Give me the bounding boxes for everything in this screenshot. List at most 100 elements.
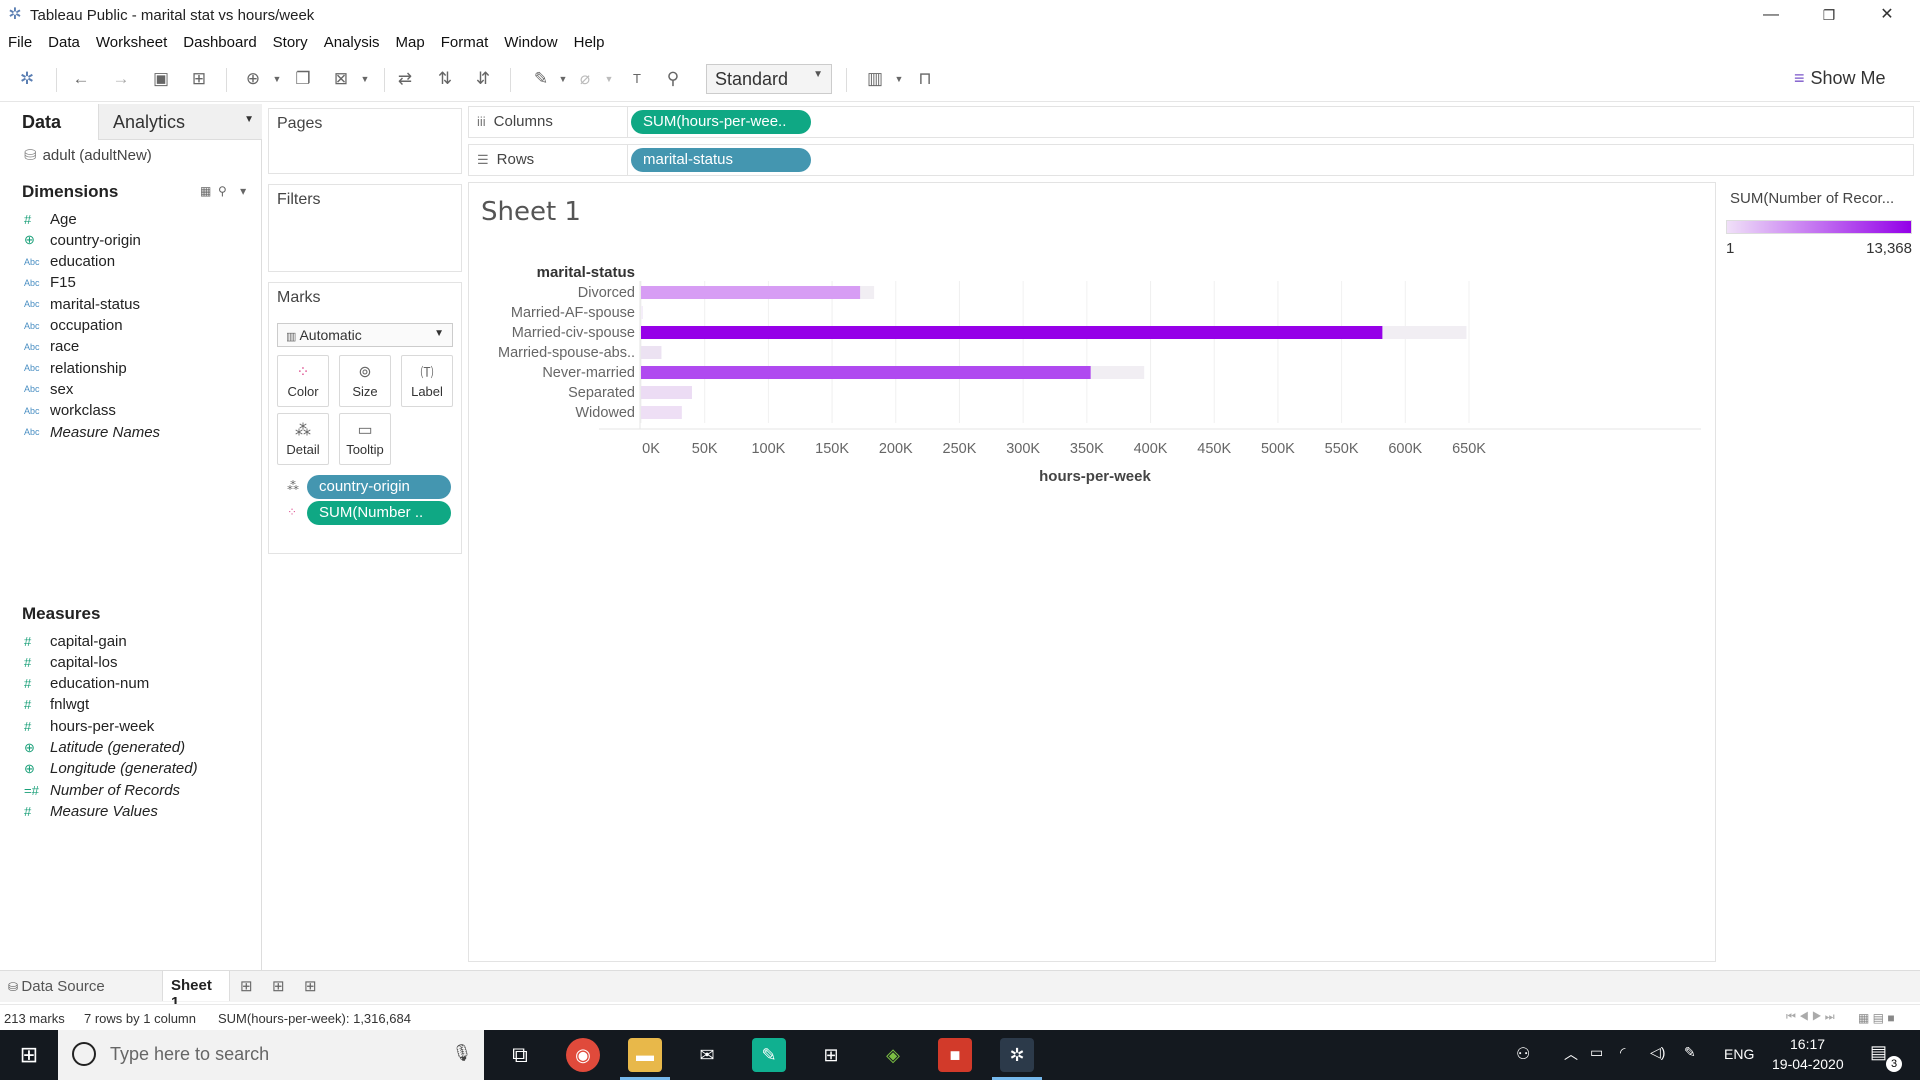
sort-ascending-icon[interactable]: ⇅ <box>434 68 456 90</box>
label-button[interactable]: 🄣 Label <box>401 355 453 407</box>
fit-select[interactable]: Standard ▼ <box>706 64 832 94</box>
highlight-icon[interactable]: ✎ <box>530 68 552 90</box>
clear-sheet-icon[interactable]: ⊠ <box>330 68 352 90</box>
dimension-tools[interactable]: ▦ ⚲ ▾ <box>200 184 246 198</box>
app-icon-green[interactable]: ✎ <box>752 1038 786 1072</box>
view-toggle-icon[interactable]: ▦ ▤ ■ <box>1858 1011 1895 1025</box>
chrome-icon[interactable]: ◉ <box>566 1038 600 1072</box>
field-item[interactable]: =# Number of Records <box>24 781 254 801</box>
mail-icon[interactable]: ✉ <box>690 1038 724 1072</box>
new-worksheet-icon[interactable]: ⊕ <box>242 68 264 90</box>
field-item[interactable]: Abc race <box>24 338 254 358</box>
pages-shelf[interactable]: Pages <box>268 108 462 174</box>
field-item[interactable]: Abc marital-status <box>24 295 254 315</box>
volume-icon[interactable]: ◁) <box>1650 1044 1665 1061</box>
menu-dashboard[interactable]: Dashboard <box>183 34 256 51</box>
filters-shelf[interactable]: Filters <box>268 184 462 272</box>
field-item[interactable]: Abc workclass <box>24 402 254 422</box>
field-item[interactable]: Abc relationship <box>24 359 254 379</box>
chevron-down-icon[interactable]: ▼ <box>888 68 910 90</box>
task-view-icon[interactable]: ⧉ <box>503 1038 537 1072</box>
fix-axes-icon[interactable]: ⚲ <box>662 68 684 90</box>
show-me-button[interactable]: ≡ Show Me <box>1794 68 1886 89</box>
chevron-down-icon[interactable]: ▼ <box>266 68 288 90</box>
microphone-icon[interactable]: 🎙 <box>452 1043 472 1063</box>
file-explorer-icon[interactable]: ▬ <box>620 1038 670 1080</box>
field-item[interactable]: Abc Measure Names <box>24 423 254 443</box>
menu-map[interactable]: Map <box>396 34 425 51</box>
bar-chart[interactable]: marital-status Divorced Married-AF-spouse M… <box>469 251 1717 551</box>
presentation-mode-icon[interactable]: ⊓ <box>914 68 936 90</box>
worksheet-view[interactable]: Sheet 1 marital-status Divorced Married-AF… <box>468 182 1716 962</box>
chevron-down-icon[interactable]: ▼ <box>598 68 620 90</box>
sort-descending-icon[interactable]: ⇵ <box>472 68 494 90</box>
menu-window[interactable]: Window <box>504 34 557 51</box>
tab-nav-icon[interactable]: ⏮ ◀ ▶ ⏭ <box>1786 1011 1835 1024</box>
field-item[interactable]: Abc F15 <box>24 274 254 294</box>
group-members-icon[interactable]: ⌀ <box>574 68 596 90</box>
color-legend[interactable]: SUM(Number of Recor... 1 13,368 <box>1722 182 1914 262</box>
chevron-down-icon[interactable]: ▼ <box>354 68 376 90</box>
menu-format[interactable]: Format <box>441 34 489 51</box>
tab-datasource[interactable]: ⛁ Data Source <box>8 978 105 995</box>
taskbar-search[interactable]: Type here to search 🎙 <box>58 1030 484 1080</box>
menu-analysis[interactable]: Analysis <box>324 34 380 51</box>
menu-file[interactable]: File <box>8 34 32 51</box>
mark-type-select[interactable]: ▥ Automatic ▼ <box>277 323 453 347</box>
columns-shelf[interactable]: iii Columns SUM(hours-per-wee.. <box>468 106 1914 138</box>
redo-icon[interactable]: → <box>110 68 132 90</box>
new-story-icon[interactable]: ⊞ <box>304 977 317 995</box>
tableau-logo-icon[interactable]: ✲ <box>16 68 38 90</box>
clock-time[interactable]: 16:17 <box>1790 1036 1825 1052</box>
tableau-taskbar-icon[interactable]: ✲ <box>992 1038 1042 1080</box>
restore-button[interactable]: ❐ <box>1800 0 1858 30</box>
tooltip-button[interactable]: ▭ Tooltip <box>339 413 391 465</box>
chevron-up-icon[interactable]: ︿ <box>1564 1044 1578 1064</box>
mark-pill-sum-records[interactable]: SUM(Number .. <box>307 501 451 525</box>
duplicate-sheet-icon[interactable]: ❐ <box>292 68 314 90</box>
field-item[interactable]: # fnlwgt <box>24 696 254 716</box>
people-icon[interactable]: ⚇ <box>1516 1044 1530 1064</box>
field-item[interactable]: # education-num <box>24 675 254 695</box>
field-item[interactable]: # Age <box>24 210 254 230</box>
minimize-button[interactable]: — <box>1742 0 1800 30</box>
field-item[interactable]: ⊕ country-origin <box>24 231 254 251</box>
field-item[interactable]: # hours-per-week <box>24 717 254 737</box>
field-item[interactable]: # capital-gain <box>24 632 254 652</box>
mark-pill-country-origin[interactable]: country-origin <box>307 475 451 499</box>
undo-icon[interactable]: ← <box>70 68 92 90</box>
tab-analytics[interactable]: Analytics ▼ <box>98 104 262 140</box>
menu-story[interactable]: Story <box>273 34 308 51</box>
new-worksheet-icon[interactable]: ⊞ <box>240 977 253 995</box>
android-studio-icon[interactable]: ◈ <box>876 1038 910 1072</box>
save-icon[interactable]: ▣ <box>150 68 172 90</box>
field-item[interactable]: # capital-los <box>24 653 254 673</box>
new-dashboard-icon[interactable]: ⊞ <box>272 977 285 995</box>
show-cards-icon[interactable]: ▥ <box>864 68 886 90</box>
menu-help[interactable]: Help <box>574 34 605 51</box>
store-icon[interactable]: ⊞ <box>814 1038 848 1072</box>
clock-date[interactable]: 19-04-2020 <box>1772 1056 1844 1072</box>
notification-icon[interactable]: ▤ <box>1870 1042 1887 1063</box>
colorful-app-icon[interactable]: ■ <box>938 1038 972 1072</box>
rows-shelf[interactable]: ☰ Rows marital-status <box>468 144 1914 176</box>
detail-button[interactable]: ⁂ Detail <box>277 413 329 465</box>
close-button[interactable]: ✕ <box>1858 0 1916 30</box>
field-item[interactable]: Abc education <box>24 253 254 273</box>
rows-pill[interactable]: marital-status <box>631 148 811 172</box>
sheet-title[interactable]: Sheet 1 <box>481 197 581 227</box>
tab-sheet-1[interactable]: Sheet 1 <box>162 971 230 1011</box>
language-indicator[interactable]: ENG <box>1724 1046 1754 1062</box>
windows-start-icon[interactable]: ⊞ <box>0 1030 58 1080</box>
field-item[interactable]: # Measure Values <box>24 802 254 822</box>
field-item[interactable]: Abc occupation <box>24 317 254 337</box>
pen-icon[interactable]: ✎ <box>1684 1044 1696 1061</box>
add-datasource-icon[interactable]: ⊞ <box>188 68 210 90</box>
field-item[interactable]: Abc sex <box>24 380 254 400</box>
datasource-item[interactable]: ⛁ adult (adultNew) <box>24 146 152 164</box>
size-button[interactable]: ⊚ Size <box>339 355 391 407</box>
menu-worksheet[interactable]: Worksheet <box>96 34 167 51</box>
show-labels-icon[interactable]: T <box>626 68 648 90</box>
menu-data[interactable]: Data <box>48 34 80 51</box>
battery-icon[interactable]: ▭ <box>1590 1044 1603 1061</box>
